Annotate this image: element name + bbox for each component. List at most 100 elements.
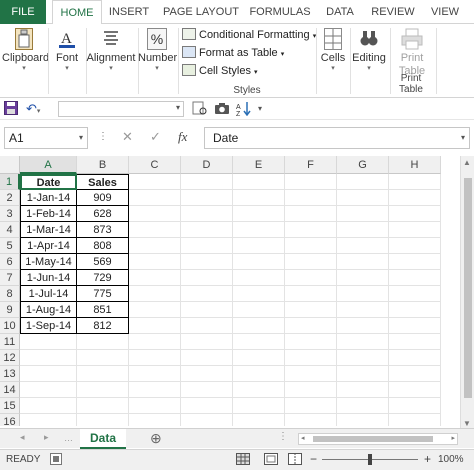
grid-cell[interactable] (77, 366, 129, 382)
zoom-level[interactable]: 100% (438, 454, 464, 465)
select-all-corner[interactable] (0, 156, 20, 174)
grid-cell[interactable] (233, 318, 285, 334)
grid-cell[interactable] (20, 334, 77, 350)
new-sheet-icon[interactable]: ⊕ (150, 430, 162, 447)
table-cell[interactable]: 628 (77, 206, 129, 222)
grid-cell[interactable] (181, 366, 233, 382)
grid-cell[interactable] (285, 302, 337, 318)
scroll-up-icon[interactable]: ▲ (463, 158, 471, 167)
name-box[interactable]: A1 ▾ (4, 127, 88, 149)
row-header-2[interactable]: 2 (0, 190, 20, 206)
grid-cell[interactable] (337, 190, 389, 206)
row-header-7[interactable]: 7 (0, 270, 20, 286)
grid-cell[interactable] (233, 286, 285, 302)
grid-cell[interactable] (389, 222, 441, 238)
column-header-e[interactable]: E (233, 156, 285, 174)
tab-data[interactable]: DATA (320, 0, 360, 24)
column-header-a[interactable]: A (20, 156, 77, 174)
more-sheets-icon[interactable]: … (64, 433, 73, 443)
grid-cell[interactable] (233, 238, 285, 254)
grid-cell[interactable] (233, 382, 285, 398)
table-cell[interactable]: 812 (77, 318, 129, 334)
grid-cell[interactable] (77, 382, 129, 398)
grid-cell[interactable] (389, 302, 441, 318)
alignment-button[interactable]: Alignment ▾ (86, 24, 136, 73)
table-header-cell[interactable]: Sales (77, 174, 129, 190)
grid-cell[interactable] (285, 206, 337, 222)
grid-cell[interactable] (285, 254, 337, 270)
grid-cell[interactable] (129, 190, 181, 206)
grid-cell[interactable] (129, 254, 181, 270)
grid-cell[interactable] (20, 398, 77, 414)
table-cell[interactable]: 1-Mar-14 (20, 222, 77, 238)
row-header-3[interactable]: 3 (0, 206, 20, 222)
print-preview-icon[interactable] (192, 101, 208, 116)
table-cell[interactable]: 851 (77, 302, 129, 318)
sort-icon[interactable]: AZ (236, 101, 252, 118)
grid-cell[interactable] (181, 206, 233, 222)
zoom-slider-thumb[interactable] (368, 454, 372, 465)
grid-cell[interactable] (337, 382, 389, 398)
grid-cell[interactable] (20, 350, 77, 366)
row-header-10[interactable]: 10 (0, 318, 20, 334)
scroll-down-icon[interactable]: ▼ (463, 419, 471, 428)
grid-cell[interactable] (181, 286, 233, 302)
grid-cell[interactable] (233, 350, 285, 366)
grid-cell[interactable] (129, 398, 181, 414)
format-as-table-button[interactable]: Format as Table ▾ (182, 44, 284, 62)
row-header-1[interactable]: 1 (0, 174, 20, 190)
normal-view-icon[interactable] (236, 453, 250, 468)
grid-cell[interactable] (389, 254, 441, 270)
table-cell[interactable]: 909 (77, 190, 129, 206)
vertical-scroll-thumb[interactable] (464, 178, 472, 398)
grid-cell[interactable] (181, 190, 233, 206)
row-header-4[interactable]: 4 (0, 222, 20, 238)
sheet-next-icon[interactable]: ▸ (44, 432, 49, 443)
grid-cell[interactable] (389, 238, 441, 254)
grid-cell[interactable] (233, 174, 285, 190)
grid-cell[interactable] (337, 398, 389, 414)
page-layout-view-icon[interactable] (264, 453, 278, 468)
horizontal-scrollbar[interactable]: ◂ ▸ (298, 433, 458, 445)
row-header-14[interactable]: 14 (0, 382, 20, 398)
grid-cell[interactable] (181, 238, 233, 254)
tab-home[interactable]: HOME (52, 0, 102, 25)
column-header-b[interactable]: B (77, 156, 129, 174)
column-header-g[interactable]: G (337, 156, 389, 174)
grid-cell[interactable] (20, 414, 77, 426)
table-cell[interactable]: 1-Jan-14 (20, 190, 77, 206)
row-header-11[interactable]: 11 (0, 334, 20, 350)
grid-cell[interactable] (285, 334, 337, 350)
table-cell[interactable]: 1-Sep-14 (20, 318, 77, 334)
grid-cell[interactable] (285, 190, 337, 206)
grid-cell[interactable] (389, 286, 441, 302)
grid-cell[interactable] (389, 414, 441, 426)
grid-cell[interactable] (77, 398, 129, 414)
camera-icon[interactable] (214, 101, 230, 116)
grid-cell[interactable] (129, 414, 181, 426)
grid-cell[interactable] (129, 318, 181, 334)
grid-cell[interactable] (285, 366, 337, 382)
table-cell[interactable]: 1-Feb-14 (20, 206, 77, 222)
grid-cell[interactable] (181, 318, 233, 334)
grid-cell[interactable] (129, 366, 181, 382)
column-header-f[interactable]: F (285, 156, 337, 174)
table-cell[interactable]: 873 (77, 222, 129, 238)
grid-cell[interactable] (337, 206, 389, 222)
grid-cell[interactable] (181, 254, 233, 270)
sheet-prev-icon[interactable]: ◂ (20, 432, 25, 443)
grid-cell[interactable] (389, 350, 441, 366)
grid-cell[interactable] (337, 414, 389, 426)
grid-cell[interactable] (129, 382, 181, 398)
grid-cell[interactable] (181, 302, 233, 318)
customize-qat-icon[interactable]: ▾ (258, 101, 274, 116)
grid-cell[interactable] (129, 206, 181, 222)
grid-cell[interactable] (233, 206, 285, 222)
grid-cell[interactable] (389, 206, 441, 222)
grid-cell[interactable] (285, 398, 337, 414)
table-cell[interactable]: 1-Apr-14 (20, 238, 77, 254)
grid-cell[interactable] (337, 366, 389, 382)
grid-cell[interactable] (285, 350, 337, 366)
worksheet-grid[interactable]: ABCDEFGH 1 2 3 4 5 6 7 8 9 10 11 12 13 14 15 16 Date Sal… (0, 156, 460, 426)
grid-cell[interactable] (389, 270, 441, 286)
